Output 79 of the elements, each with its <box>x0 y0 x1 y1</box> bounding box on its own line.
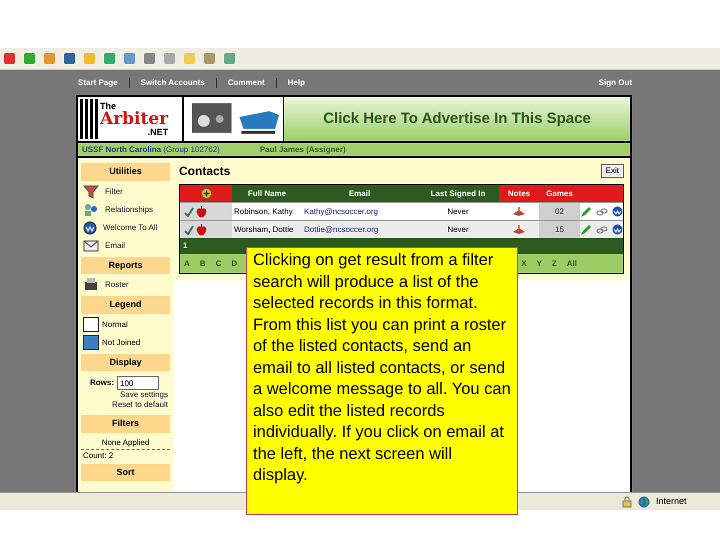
letter-link[interactable]: D <box>231 258 238 270</box>
sidebar-link[interactable]: Welcome To All <box>103 222 158 234</box>
printer-icon <box>83 277 99 293</box>
funnel-icon <box>83 184 99 198</box>
column-header <box>580 185 623 202</box>
nav-link[interactable]: Comment <box>226 76 267 88</box>
section-header: Filters <box>81 415 170 432</box>
apple-icon[interactable] <box>196 206 207 218</box>
letter-link[interactable]: C <box>216 258 222 270</box>
logo-text: Arbiter <box>100 110 168 128</box>
column-header: Full Name <box>232 185 302 202</box>
sidebar-link[interactable]: Relationships <box>105 204 154 216</box>
link-icon[interactable] <box>596 206 608 216</box>
pencil-icon[interactable] <box>580 224 592 236</box>
sidebar-link[interactable]: Roster <box>105 279 129 291</box>
sign-out-link[interactable]: Sign Out <box>598 76 632 88</box>
nav-link[interactable]: Help <box>286 76 307 88</box>
games-cell: 02 <box>539 203 580 220</box>
envelope-icon <box>83 240 99 252</box>
page-number[interactable]: 1 <box>183 240 188 252</box>
toolbar-icon[interactable] <box>23 52 36 65</box>
letter-link[interactable]: Y <box>536 258 542 270</box>
section-header: Legend <box>81 296 170 314</box>
page-title: Contacts <box>179 163 230 180</box>
email-address-link[interactable]: Kathy@ncsoccer.org <box>302 206 417 218</box>
section-header: Reports <box>81 256 170 274</box>
toolbar-icon[interactable] <box>3 52 16 65</box>
column-header: Notes <box>499 185 539 202</box>
name-cell[interactable]: Robinson, Kathy <box>232 206 302 218</box>
note-icon[interactable] <box>512 206 526 216</box>
exit-button[interactable]: Exit <box>600 164 624 178</box>
column-header: Email <box>302 185 417 202</box>
letter-link[interactable]: All <box>566 258 577 270</box>
toolbar-icon[interactable] <box>63 52 76 65</box>
toolbar-icon[interactable] <box>143 52 156 65</box>
rows-field[interactable]: 100 <box>117 376 159 390</box>
zone-label: Internet <box>656 494 688 508</box>
rows-label: Rows: <box>90 377 114 389</box>
games-cell: 15 <box>539 221 580 238</box>
toolbar-icon[interactable] <box>123 52 136 65</box>
column-header: Games <box>539 185 580 202</box>
section-header: Utilities <box>81 163 170 180</box>
settings-link[interactable]: Reset to default <box>112 400 168 410</box>
logo-text: The <box>100 102 118 110</box>
padlock-icon <box>622 496 632 508</box>
toolbar-icon[interactable] <box>103 52 116 65</box>
letter-link[interactable]: B <box>200 258 206 270</box>
letter-link[interactable]: A <box>184 258 190 270</box>
toolbar-icon[interactable] <box>223 52 236 65</box>
last-signed-in-cell-text: Never <box>446 206 470 218</box>
apple-icon[interactable] <box>196 224 207 236</box>
section-header: Sort <box>81 464 170 481</box>
callout-box: Clicking on get result from a filter search will produce a list of the selected records in this format. From this list you can print a roster of the listed contacts, send an email to all listed contacts, or send a welcome message to all. You can also edit the listed records individually. If you click on email at the left, the next screen will display. <box>246 247 518 515</box>
name-cell[interactable]: Worsham, Dottie <box>232 224 302 236</box>
user-label: Paul James (Assigner) <box>260 144 346 156</box>
legend-label: Not Joined <box>102 336 140 348</box>
note-icon[interactable] <box>512 224 526 234</box>
legend-label: Normal <box>102 318 128 330</box>
sidebar-link[interactable]: Email <box>105 240 126 252</box>
section-header: Display <box>81 354 170 371</box>
settings-link[interactable]: Save settings <box>120 390 168 400</box>
nav-link[interactable]: Switch Accounts <box>138 76 207 88</box>
people-icon <box>83 202 99 216</box>
email-address-link[interactable]: Dottie@ncsoccer.org <box>302 224 417 236</box>
sidebar-link[interactable]: Filter <box>105 186 123 198</box>
group-label: USSF North Carolina (Group 102762) <box>82 144 220 156</box>
add-icon[interactable] <box>200 188 212 199</box>
toolbar-icon[interactable] <box>203 52 216 65</box>
count-label: Count: 2 <box>82 450 114 462</box>
column-header: Last Signed In <box>417 185 499 202</box>
last-signed-in-cell-text: Never <box>446 224 470 236</box>
pencil-icon[interactable] <box>580 206 592 218</box>
logo-text: .NET <box>148 128 168 136</box>
advertise-banner[interactable]: Click Here To Advertise In This Space <box>284 97 630 141</box>
letter-link[interactable]: Z <box>552 258 557 270</box>
link-icon[interactable] <box>596 224 608 234</box>
nav-link[interactable]: Start Page <box>76 76 120 88</box>
letter-link[interactable]: X <box>521 258 527 270</box>
filter-status: None Applied <box>81 434 170 450</box>
